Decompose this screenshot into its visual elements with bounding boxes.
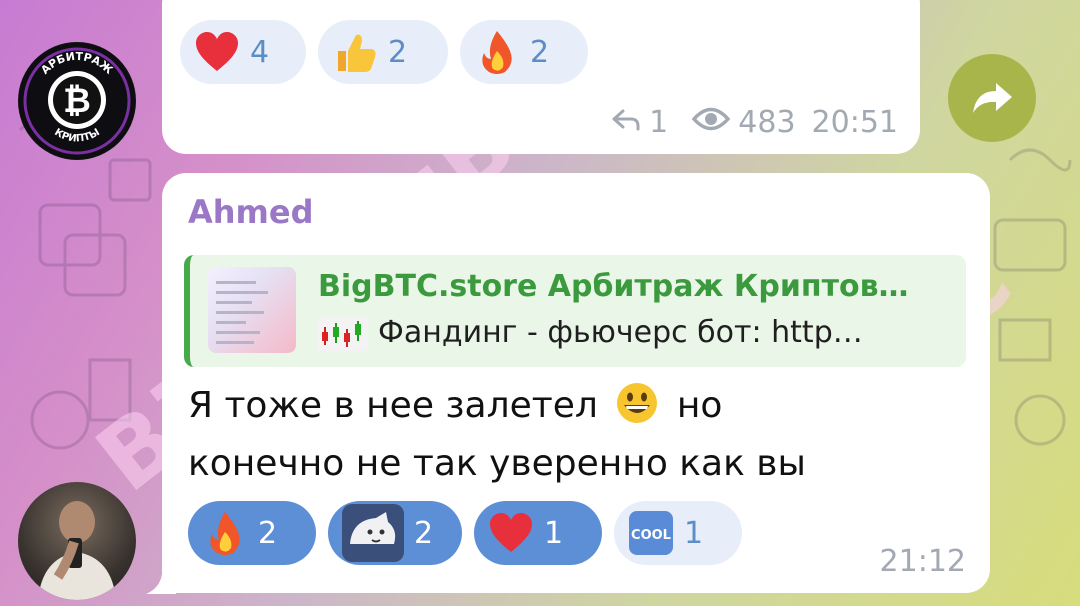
heart-icon <box>194 29 240 75</box>
replies-count[interactable]: 1 <box>649 105 668 140</box>
grinning-face-icon <box>615 381 659 439</box>
share-arrow-icon <box>973 83 1012 113</box>
reaction-count: 1 <box>544 515 564 551</box>
post-meta: 1 483 20:51 <box>611 105 898 140</box>
svg-text:₿: ₿ <box>63 81 91 121</box>
fire-icon <box>202 510 248 556</box>
post-time: 20:51 <box>811 105 898 140</box>
reply-title: BigBTC.store Арбитраж Криптов… <box>318 269 909 304</box>
share-button[interactable] <box>948 54 1036 142</box>
heart-icon <box>488 510 534 556</box>
reply-thumbnail <box>208 267 296 353</box>
reaction-fire[interactable]: 2 <box>188 501 316 565</box>
sender-name[interactable]: Ahmed <box>188 193 314 231</box>
message-text: Я тоже в нее залетел но конечно не так у… <box>188 381 948 489</box>
reaction-sticker[interactable]: 2 <box>328 501 462 565</box>
user-photo-icon <box>38 501 116 600</box>
reaction-thumbs-up[interactable]: 2 <box>318 20 448 84</box>
reaction-heart[interactable]: 4 <box>180 20 306 84</box>
channel-avatar[interactable]: АРБИТРАЖ КРИПТЫ ₿ <box>18 42 136 160</box>
user-avatar[interactable] <box>18 482 136 600</box>
views-count: 483 <box>738 105 796 140</box>
reply-text-row: Фандинг - фьючерс бот: http… <box>318 315 863 351</box>
reaction-count: 2 <box>530 34 550 70</box>
channel-post-bubble: 4 2 2 1 483 20:51 <box>162 0 920 154</box>
comment-bubble: Ahmed BigBTC.store Арбитраж Криптов… Фан… <box>162 173 990 593</box>
eye-icon <box>691 105 731 140</box>
message-line-2: конечно не так уверенно как вы <box>188 443 806 484</box>
reaction-count: 2 <box>414 515 434 551</box>
reaction-count: 4 <box>250 34 270 70</box>
reaction-count: 2 <box>258 515 278 551</box>
candlestick-chart-icon <box>318 315 368 351</box>
reaction-fire[interactable]: 2 <box>460 20 588 84</box>
message-line-1: Я тоже в нее залетел <box>188 385 598 426</box>
thumbs-up-icon <box>332 29 378 75</box>
cool-button-icon: COOL <box>628 510 674 556</box>
reaction-count: 1 <box>684 515 704 551</box>
reaction-heart[interactable]: 1 <box>474 501 602 565</box>
reply-text: Фандинг - фьючерс бот: http… <box>378 315 863 351</box>
cool-label: COOL <box>631 528 671 543</box>
fire-icon <box>474 29 520 75</box>
bitcoin-logo-icon: АРБИТРАЖ КРИПТЫ ₿ <box>19 43 135 159</box>
reaction-cool[interactable]: COOL 1 <box>614 501 742 565</box>
cat-sticker-icon <box>342 502 404 564</box>
message-line-1-end: но <box>676 385 723 426</box>
post-reactions: 4 2 2 <box>180 20 588 84</box>
reply-arrow-icon[interactable] <box>611 105 641 140</box>
reply-preview[interactable]: BigBTC.store Арбитраж Криптов… Фандинг -… <box>184 255 966 367</box>
reaction-count: 2 <box>388 34 408 70</box>
comment-time: 21:12 <box>879 544 966 579</box>
comment-reactions: 2 2 1 COOL 1 <box>188 501 742 565</box>
